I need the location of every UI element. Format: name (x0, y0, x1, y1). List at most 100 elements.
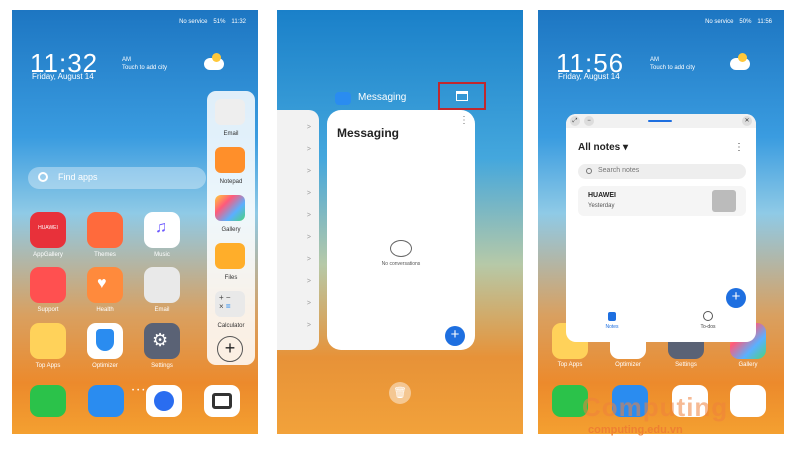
app-label-settings: Settings (675, 362, 697, 368)
window-icon (456, 91, 468, 101)
camera-icon[interactable] (204, 385, 240, 417)
drawer-notepad-icon[interactable] (215, 147, 245, 173)
app-label-optimizer: Optimizer (615, 362, 641, 368)
app-label-appgallery: AppGallery (33, 252, 63, 258)
drawer-email-icon[interactable] (215, 99, 245, 125)
list-arrow: > (306, 256, 311, 263)
add-city-hint[interactable]: Touch to add city (122, 65, 167, 71)
clear-all-trash-icon[interactable]: 🗑 (389, 382, 411, 404)
notes-tab-icon[interactable] (608, 312, 616, 321)
notes-filter-dropdown[interactable]: All notes ▾ (578, 142, 628, 153)
list-arrow: > (306, 300, 311, 307)
add-app-button[interactable]: + (217, 336, 243, 362)
status-time: 11:32 (231, 19, 246, 25)
top-apps-icon[interactable] (30, 323, 66, 359)
phone-icon[interactable] (30, 385, 66, 417)
drawer-gallery-icon[interactable] (215, 195, 245, 221)
health-icon[interactable]: ♥ (87, 267, 123, 303)
list-arrow: > (306, 190, 311, 197)
new-note-button[interactable]: + (726, 288, 746, 308)
list-arrow: > (306, 168, 311, 175)
messaging-recent-card[interactable] (327, 110, 475, 350)
list-arrow: > (306, 278, 311, 285)
recent-app-label: Messaging (358, 92, 407, 103)
app-label-music: Music (154, 252, 170, 258)
todos-tab-icon[interactable] (703, 311, 713, 321)
list-arrow: > (306, 124, 311, 131)
tab-notes[interactable]: Notes (592, 324, 632, 330)
drawer-label-files: Files (224, 275, 238, 281)
status-bar: No service 51% 11:32 (179, 19, 246, 25)
smart-multiwindow-dock: Email Notepad Gallery Files + − × = Calcu… (207, 91, 255, 365)
list-arrow: > (306, 146, 311, 153)
more-options-icon[interactable]: ⋮ (734, 142, 744, 153)
previous-recent-card[interactable]: > > > > > > > > > > (277, 110, 319, 350)
app-label-themes: Themes (94, 252, 116, 258)
minimize-icon[interactable]: − (584, 116, 594, 126)
floating-window-button[interactable] (438, 82, 486, 110)
home-screen-panel: No service 51% 11:32 11:32 AM Touch to a… (12, 10, 258, 434)
search-icon (38, 172, 48, 182)
empty-state-text: No conversations (381, 261, 421, 267)
support-icon[interactable] (30, 267, 66, 303)
floating-window-panel: No service 50% 11:56 11:56 AM Touch to a… (538, 10, 784, 434)
clock-ampm: AM Touch to add city (122, 56, 167, 72)
clock-ampm: AM Touch to add city (650, 56, 695, 72)
watermark-brand: Computing (582, 392, 729, 422)
weather-icon[interactable] (730, 53, 750, 70)
card-title: Messaging (337, 126, 400, 140)
window-title-bar[interactable]: ⤢ − ✕ (566, 114, 756, 128)
close-icon[interactable]: ✕ (742, 116, 752, 126)
drawer-files-icon[interactable] (215, 243, 245, 269)
list-arrow: > (306, 212, 311, 219)
messaging-icon[interactable] (88, 385, 124, 417)
drag-handle[interactable] (648, 120, 672, 122)
themes-icon[interactable] (87, 212, 123, 248)
note-title: HUAWEI (588, 192, 616, 199)
list-arrow: > (306, 322, 311, 329)
card-menu-icon[interactable]: ⋮ (459, 115, 469, 126)
network-status: No service (179, 19, 208, 25)
watermark-url: computing.edu.vn (588, 424, 683, 436)
battery-level: 51% (213, 19, 226, 25)
recent-apps-panel: Messaging > > > > > > > > > > Messaging … (277, 10, 523, 434)
notes-search-input[interactable]: Search notes (578, 164, 746, 179)
add-city-hint[interactable]: Touch to add city (650, 65, 695, 71)
fullscreen-icon[interactable]: ⤢ (570, 116, 580, 126)
app-label-optimizer: Optimizer (92, 363, 118, 369)
drawer-label-notepad: Notepad (219, 179, 243, 185)
search-icon (586, 168, 592, 174)
app-label-settings: Settings (151, 363, 173, 369)
notes-search-placeholder: Search notes (598, 167, 640, 174)
music-icon[interactable]: ♫ (144, 212, 180, 248)
search-placeholder: Find apps (58, 172, 98, 182)
appgallery-icon[interactable]: HUAWEI (30, 212, 66, 248)
clock-date: Friday, August 14 (558, 72, 620, 81)
app-label-top-apps: Top Apps (35, 363, 61, 369)
drawer-label-email: Email (223, 131, 239, 137)
network-status: No service (705, 19, 734, 25)
app-label-top-apps: Top Apps (557, 362, 583, 368)
appgallery-badge: HUAWEI (38, 225, 58, 231)
chat-bubble-icon (390, 240, 412, 257)
email-icon[interactable] (144, 267, 180, 303)
settings-icon[interactable]: ⚙ (144, 323, 180, 359)
list-arrow: > (306, 234, 311, 241)
ampm-label: AM (122, 57, 131, 63)
weather-icon[interactable] (204, 53, 224, 70)
optimizer-icon[interactable] (87, 323, 123, 359)
new-message-button[interactable]: + (445, 326, 465, 346)
camera-icon[interactable] (730, 385, 766, 417)
app-label-health: Health (96, 307, 114, 313)
tab-todos[interactable]: To-dos (688, 324, 728, 330)
note-list-item[interactable]: HUAWEI Yesterday (578, 186, 746, 216)
app-label-gallery: Gallery (738, 362, 758, 368)
browser-icon[interactable] (146, 385, 182, 417)
app-label-email: Email (154, 307, 170, 313)
messaging-app-icon (335, 92, 351, 105)
status-bar: No service 50% 11:56 (705, 19, 772, 25)
notepad-floating-window: ⤢ − ✕ All notes ▾ ⋮ Search notes HUAWEI … (566, 114, 756, 342)
find-apps-search[interactable]: Find apps (28, 167, 206, 189)
clock-date: Friday, August 14 (32, 72, 94, 81)
drawer-calculator-icon[interactable]: + − × = (215, 291, 245, 317)
